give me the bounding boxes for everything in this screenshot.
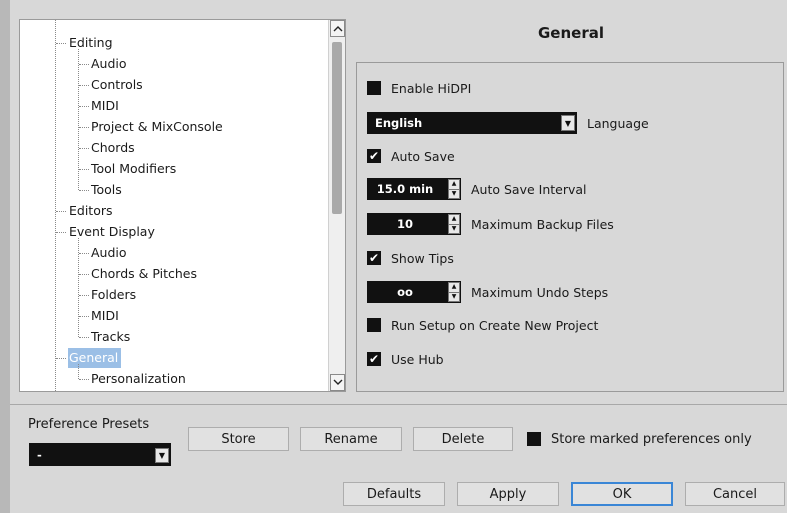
tree-guide-line: [78, 238, 79, 337]
tree-list: Editing Audio Controls MIDI Project & MixCon…: [20, 20, 328, 391]
apply-button[interactable]: Apply: [457, 482, 559, 506]
tree-connector: [79, 85, 89, 86]
tree-guide-line: [78, 364, 79, 379]
divider: [10, 404, 787, 405]
tree-item[interactable]: Tracks: [90, 327, 133, 347]
run-setup-label: Run Setup on Create New Project: [391, 317, 599, 333]
auto-save-interval-label: Auto Save Interval: [471, 181, 587, 197]
tree-connector: [56, 43, 66, 44]
rename-button[interactable]: Rename: [300, 427, 402, 451]
auto-save-checkbox[interactable]: ✔: [367, 149, 381, 163]
max-undo-steps-value: oo: [397, 285, 413, 299]
max-undo-steps-label: Maximum Undo Steps: [471, 284, 609, 300]
tree-connector: [79, 190, 89, 191]
increment-icon[interactable]: ▲: [449, 180, 459, 190]
tree-item[interactable]: Chords & Pitches: [90, 264, 200, 284]
max-backup-files-value: 10: [396, 217, 413, 231]
preference-presets-value: -: [37, 447, 42, 462]
chevron-down-icon[interactable]: [330, 374, 345, 391]
store-marked-checkbox[interactable]: [527, 432, 541, 446]
increment-icon[interactable]: ▲: [449, 215, 459, 225]
run-setup-option[interactable]: Run Setup on Create New Project: [367, 314, 598, 336]
tree-item[interactable]: Tool Modifiers: [90, 159, 179, 179]
show-tips-label: Show Tips: [391, 250, 454, 266]
tree-item[interactable]: Personalization: [90, 369, 189, 389]
tree-item[interactable]: MIDI: [90, 306, 122, 326]
dropdown-arrow-icon[interactable]: ▼: [561, 115, 575, 131]
max-backup-files-label: Maximum Backup Files: [471, 216, 614, 232]
preference-presets-label: Preference Presets: [28, 417, 150, 432]
language-value: English: [375, 116, 423, 130]
tree-item[interactable]: Audio: [90, 243, 130, 263]
run-setup-checkbox[interactable]: [367, 318, 381, 332]
preference-presets-select[interactable]: - ▼: [29, 443, 171, 466]
auto-save-interval-row: 15.0 min ▲ ▼ Auto Save Interval: [367, 178, 587, 200]
general-settings-panel: Enable HiDPI English ▼ Language ✔ Auto S…: [356, 62, 784, 392]
max-backup-files-stepper[interactable]: 10 ▲ ▼: [367, 213, 461, 235]
tree-connector: [79, 316, 89, 317]
tree-item[interactable]: Chords: [90, 138, 138, 158]
tree-connector: [79, 106, 89, 107]
show-tips-option[interactable]: ✔ Show Tips: [367, 247, 454, 269]
tree-connector: [79, 274, 89, 275]
max-undo-steps-stepper[interactable]: oo ▲ ▼: [367, 281, 461, 303]
tree-item[interactable]: Editors: [68, 201, 116, 221]
tree-guide-line: [55, 20, 56, 391]
language-select[interactable]: English ▼: [367, 112, 577, 134]
tree-connector: [56, 211, 66, 212]
tree-item[interactable]: MIDI: [90, 96, 122, 116]
tree-connector: [79, 148, 89, 149]
auto-save-interval-stepper[interactable]: 15.0 min ▲ ▼: [367, 178, 461, 200]
tree-connector: [79, 379, 89, 380]
chevron-up-icon[interactable]: [330, 20, 345, 37]
ok-button[interactable]: OK: [571, 482, 673, 506]
enable-hidpi-label: Enable HiDPI: [391, 80, 472, 96]
tree-scrollbar[interactable]: [328, 20, 345, 391]
show-tips-checkbox[interactable]: ✔: [367, 251, 381, 265]
tree-connector: [79, 337, 89, 338]
tree-item[interactable]: Project & MixConsole: [90, 117, 226, 137]
tree-item[interactable]: Controls: [90, 75, 146, 95]
tree-item[interactable]: Audio: [90, 54, 130, 74]
defaults-button[interactable]: Defaults: [343, 482, 445, 506]
enable-hidpi-checkbox[interactable]: [367, 81, 381, 95]
language-row: English ▼ Language: [367, 112, 649, 134]
language-label: Language: [587, 115, 649, 131]
auto-save-label: Auto Save: [391, 148, 455, 164]
scrollbar-thumb[interactable]: [332, 42, 342, 214]
tree-connector: [56, 358, 66, 359]
tree-item[interactable]: General: [68, 348, 122, 368]
page-title: General: [538, 24, 604, 42]
decrement-icon[interactable]: ▼: [449, 190, 459, 199]
dropdown-arrow-icon[interactable]: ▼: [155, 448, 169, 463]
tree-connector: [79, 169, 89, 170]
increment-icon[interactable]: ▲: [449, 283, 459, 293]
max-undo-steps-row: oo ▲ ▼ Maximum Undo Steps: [367, 281, 608, 303]
store-button[interactable]: Store: [188, 427, 289, 451]
tree-connector: [56, 232, 66, 233]
use-hub-label: Use Hub: [391, 351, 444, 367]
tree-connector: [79, 253, 89, 254]
enable-hidpi-option[interactable]: Enable HiDPI: [367, 77, 471, 99]
auto-save-interval-value: 15.0 min: [376, 182, 434, 196]
tree-connector: [79, 64, 89, 65]
preferences-tree: Editing Audio Controls MIDI Project & MixCon…: [19, 19, 346, 392]
decrement-icon[interactable]: ▼: [449, 293, 459, 302]
auto-save-option[interactable]: ✔ Auto Save: [367, 145, 455, 167]
store-marked-option[interactable]: Store marked preferences only: [527, 428, 752, 450]
tree-item[interactable]: Event Display: [68, 222, 158, 242]
tree-connector: [79, 295, 89, 296]
use-hub-checkbox[interactable]: ✔: [367, 352, 381, 366]
max-backup-files-row: 10 ▲ ▼ Maximum Backup Files: [367, 213, 614, 235]
tree-item[interactable]: Tools: [90, 180, 125, 200]
store-marked-label: Store marked preferences only: [551, 431, 752, 447]
tree-item[interactable]: Editing: [68, 33, 116, 53]
decrement-icon[interactable]: ▼: [449, 225, 459, 234]
tree-connector: [79, 127, 89, 128]
tree-guide-line: [78, 49, 79, 190]
delete-button[interactable]: Delete: [413, 427, 513, 451]
tree-item[interactable]: Folders: [90, 285, 139, 305]
use-hub-option[interactable]: ✔ Use Hub: [367, 348, 444, 370]
cancel-button[interactable]: Cancel: [685, 482, 785, 506]
